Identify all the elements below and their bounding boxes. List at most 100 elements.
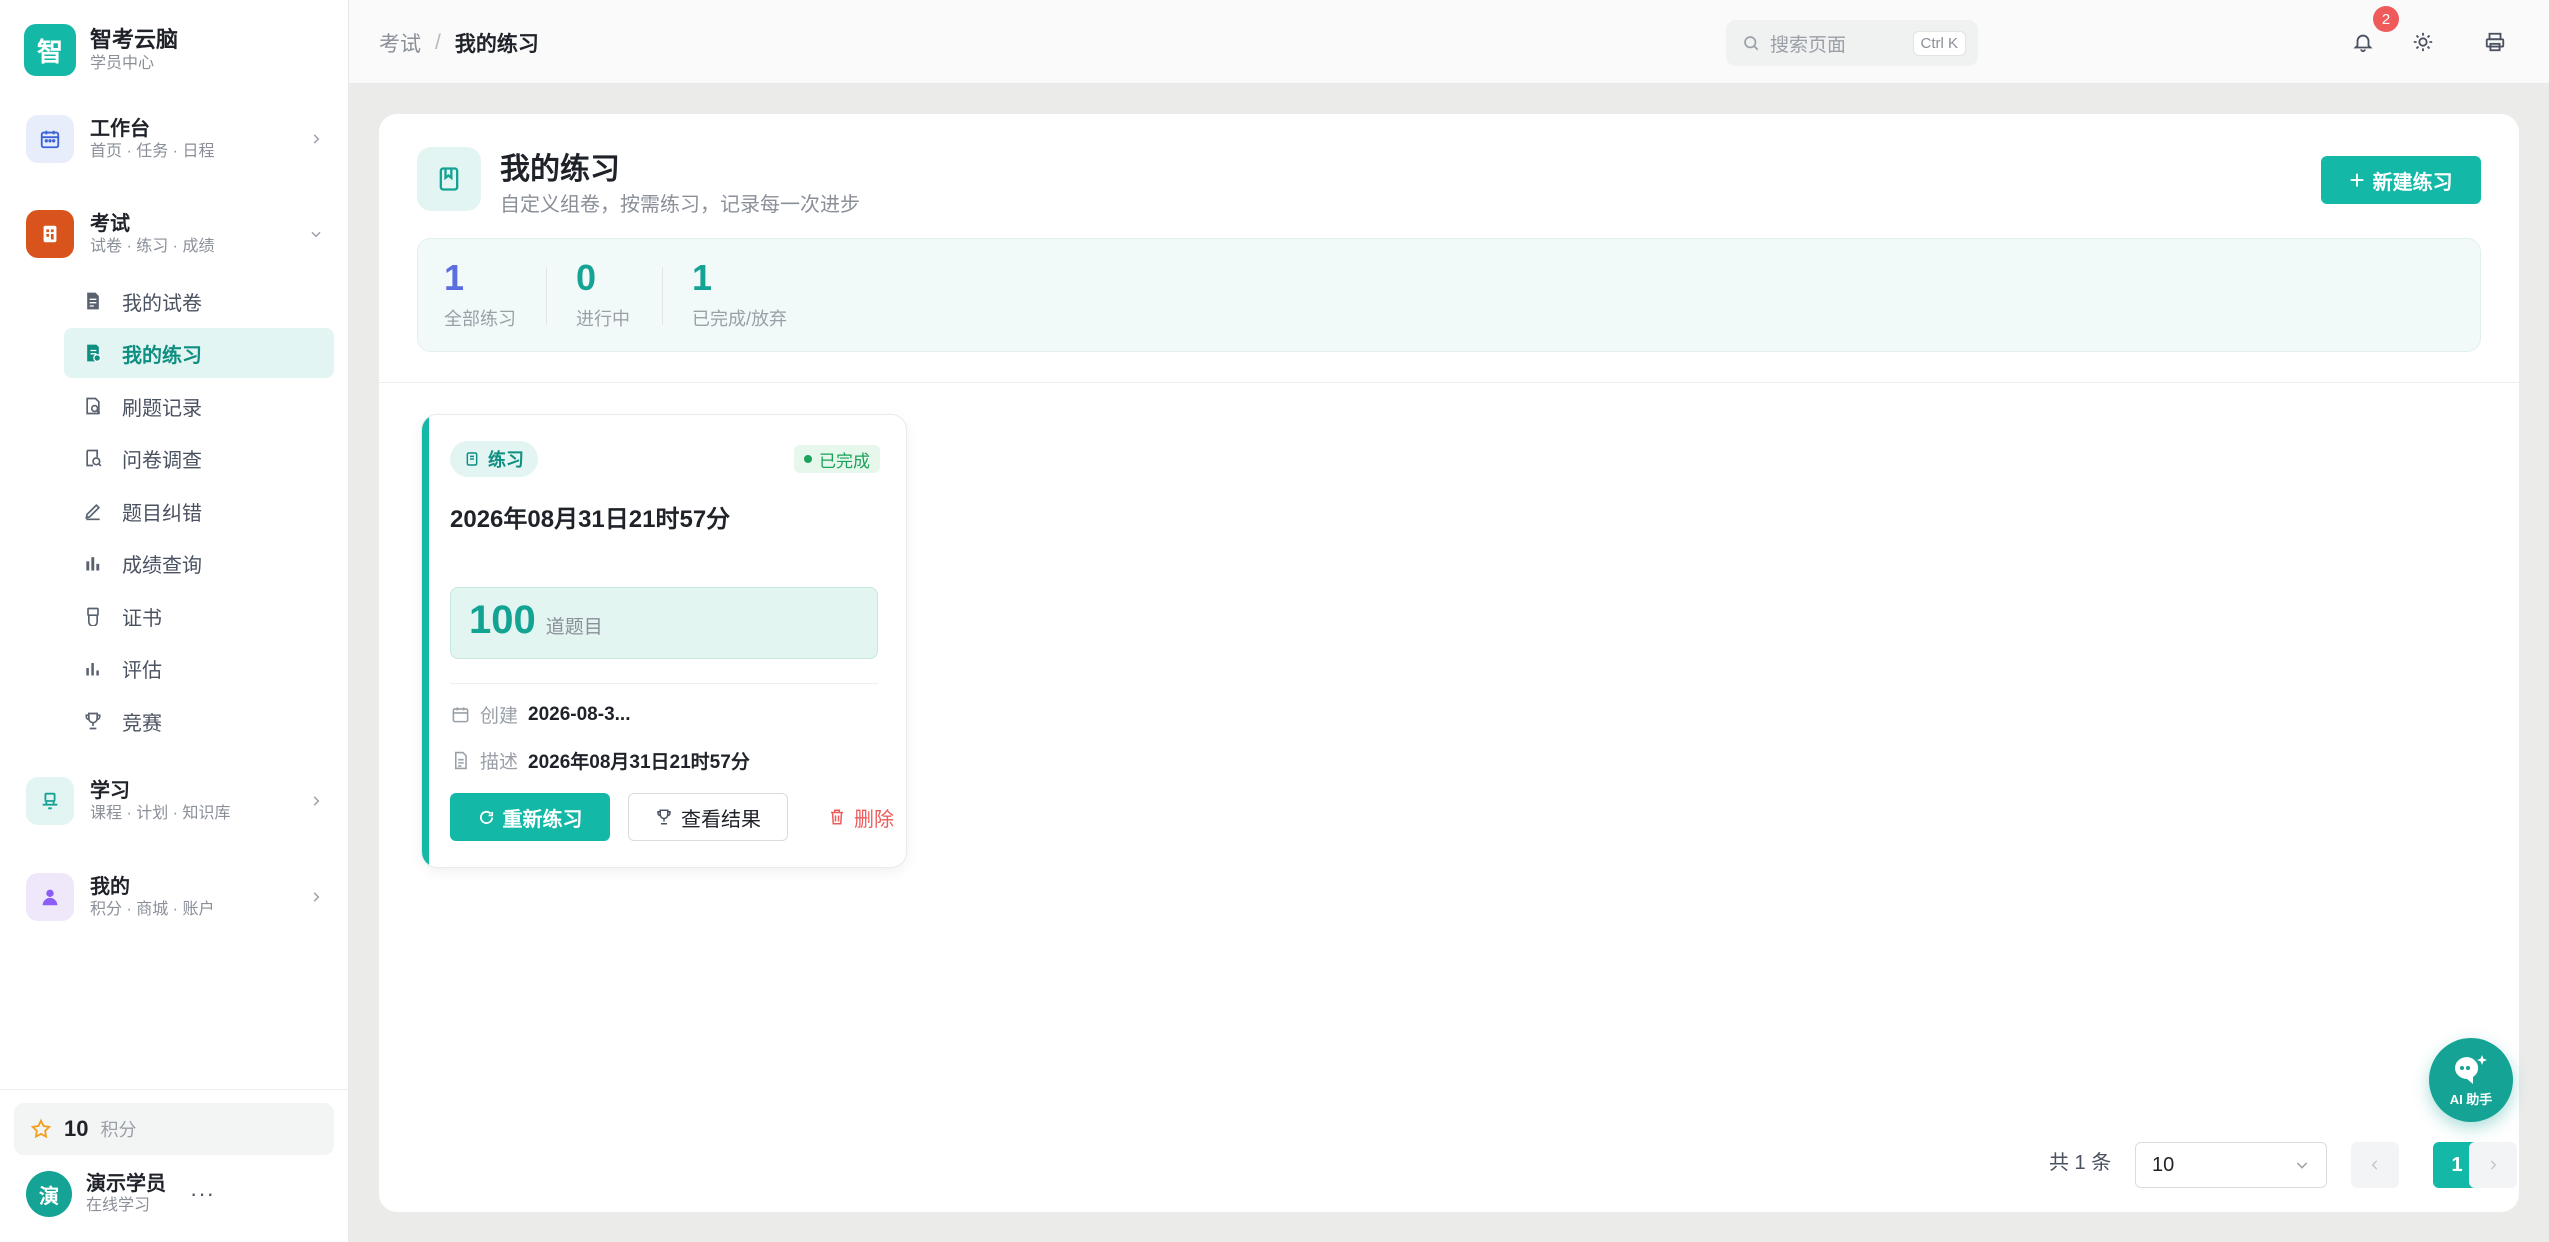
brand-subtitle: 学员中心 bbox=[90, 55, 155, 72]
nav-group-workbench[interactable]: 工作台 首页 · 任务 · 日程 bbox=[26, 109, 326, 169]
points-label: 积分 bbox=[100, 1120, 137, 1140]
brand-logo: 智 bbox=[24, 24, 76, 76]
sidebar: 智 智考云脑 学员中心 工作台 首页 · 任务 · 日程 考试 试卷 · 练习 … bbox=[0, 0, 349, 1242]
chevron-down-icon bbox=[306, 224, 326, 244]
question-count: 100 bbox=[469, 598, 536, 642]
search-input[interactable]: 搜索页面 Ctrl K bbox=[1726, 20, 1978, 66]
star-icon bbox=[30, 1118, 52, 1140]
status-label: 已完成 bbox=[819, 451, 870, 471]
breadcrumb: 考试 / 我的练习 bbox=[379, 28, 539, 58]
sidebar-item-survey[interactable]: 问卷调查 bbox=[64, 433, 334, 483]
question-unit: 道题目 bbox=[545, 617, 603, 638]
stat-label: 全部练习 bbox=[444, 309, 516, 329]
assessment-icon bbox=[82, 657, 104, 679]
exam-icon bbox=[26, 210, 74, 258]
practice-card[interactable]: 练习 已完成 2026年08月31日21时57分 100 道题目 创建 2026… bbox=[421, 414, 907, 868]
sidebar-item-score-query[interactable]: 成绩查询 bbox=[64, 538, 334, 588]
chevron-right-icon bbox=[306, 887, 326, 907]
nav-group-title: 考试 bbox=[90, 213, 130, 235]
stat-value: 0 bbox=[576, 257, 597, 298]
bell-icon[interactable] bbox=[2347, 26, 2379, 58]
nav-group-subtitle: 试卷 · 练习 · 成绩 bbox=[90, 238, 215, 255]
page-size-value: 10 bbox=[2152, 1153, 2175, 1176]
next-page-button[interactable] bbox=[2469, 1142, 2517, 1188]
trash-icon bbox=[828, 808, 846, 826]
certificate-icon bbox=[82, 605, 104, 627]
nav-group-title: 工作台 bbox=[90, 118, 150, 140]
brand-title: 智考云脑 bbox=[90, 27, 179, 52]
user-profile[interactable]: 演 演示学员 在线学习 ··· bbox=[26, 1170, 326, 1218]
meta-value: 2026年08月31日21时57分 bbox=[528, 752, 750, 773]
sun-icon[interactable] bbox=[2407, 26, 2439, 58]
stat-value: 1 bbox=[444, 257, 465, 298]
chevron-left-icon bbox=[2371, 1160, 2378, 1170]
stat-all: 1 全部练习 bbox=[444, 257, 516, 331]
page-title: 我的练习 bbox=[500, 153, 620, 186]
trophy-icon bbox=[655, 808, 673, 826]
delete-label: 删除 bbox=[854, 808, 894, 831]
chevron-right-icon bbox=[2490, 1160, 2497, 1170]
stat-in-progress: 0 进行中 bbox=[576, 257, 630, 331]
pagination-total: 共 1 条 bbox=[2049, 1152, 2112, 1174]
brand[interactable]: 智 智考云脑 学员中心 bbox=[24, 24, 178, 76]
paper-icon bbox=[82, 290, 104, 312]
card-title: 2026年08月31日21时57分 bbox=[450, 506, 731, 533]
nav-group-subtitle: 积分 · 商城 · 账户 bbox=[90, 901, 215, 918]
sidebar-item-certificate[interactable]: 证书 bbox=[64, 591, 334, 641]
nav-group-subtitle: 课程 · 计划 · 知识库 bbox=[90, 805, 231, 822]
breadcrumb-current: 我的练习 bbox=[454, 33, 539, 56]
card-accent-bar bbox=[422, 415, 429, 867]
practice-tag-label: 练习 bbox=[488, 450, 524, 470]
plus-icon: + bbox=[2349, 164, 2365, 195]
redo-practice-button[interactable]: 重新练习 bbox=[450, 793, 610, 841]
sidebar-item-label: 证书 bbox=[122, 607, 162, 630]
nav-group-exam[interactable]: 考试 试卷 · 练习 · 成绩 bbox=[26, 204, 326, 264]
sidebar-item-competition[interactable]: 竞赛 bbox=[64, 696, 334, 746]
prev-page-button[interactable] bbox=[2351, 1142, 2399, 1188]
breadcrumb-parent[interactable]: 考试 bbox=[379, 28, 421, 58]
meta-created: 创建 2026-08-3... bbox=[450, 701, 630, 728]
new-practice-button[interactable]: + 新建练习 bbox=[2321, 156, 2481, 204]
stat-divider bbox=[662, 267, 663, 325]
view-result-label: 查看结果 bbox=[681, 808, 761, 831]
question-count-box: 100 道题目 bbox=[450, 587, 878, 659]
user-status: 在线学习 bbox=[86, 1197, 151, 1214]
record-icon bbox=[82, 395, 104, 417]
user-icon bbox=[26, 873, 74, 921]
sidebar-item-my-papers[interactable]: 我的试卷 bbox=[64, 276, 334, 326]
calendar-icon bbox=[450, 705, 470, 725]
search-icon bbox=[1742, 34, 1760, 52]
more-options-icon[interactable]: ··· bbox=[190, 1181, 215, 1207]
notification-badge: 2 bbox=[2373, 6, 2399, 32]
stat-value: 1 bbox=[692, 257, 713, 298]
stat-done: 1 已完成/放弃 bbox=[692, 257, 787, 331]
learning-icon bbox=[26, 777, 74, 825]
sidebar-item-practice-record[interactable]: 刷题记录 bbox=[64, 381, 334, 431]
card-divider bbox=[450, 683, 878, 684]
page-size-select[interactable]: 10 bbox=[2135, 1142, 2327, 1188]
ai-assistant-button[interactable]: AI 助手 bbox=[2429, 1038, 2513, 1122]
bar-chart-icon bbox=[82, 552, 104, 574]
points-box[interactable]: 10 积分 bbox=[14, 1103, 334, 1155]
chevron-right-icon bbox=[306, 791, 326, 811]
stat-divider bbox=[546, 267, 547, 325]
sidebar-item-error-report[interactable]: 题目纠错 bbox=[64, 486, 334, 536]
print-icon[interactable] bbox=[2479, 26, 2511, 58]
points-value: 10 bbox=[64, 1116, 89, 1141]
sidebar-item-my-practice[interactable]: 我的练习 bbox=[64, 328, 334, 378]
calendar-icon bbox=[26, 115, 74, 163]
main-panel: 我的练习 自定义组卷，按需练习，记录每一次进步 + 新建练习 1 全部练习 0 … bbox=[379, 114, 2519, 1212]
nav-group-mine[interactable]: 我的 积分 · 商城 · 账户 bbox=[26, 867, 326, 927]
search-placeholder: 搜索页面 bbox=[1770, 34, 1847, 56]
stat-label: 已完成/放弃 bbox=[692, 309, 788, 329]
redo-practice-label: 重新练习 bbox=[502, 808, 583, 831]
meta-description: 描述 2026年08月31日21时57分 bbox=[450, 747, 750, 774]
nav-group-title: 学习 bbox=[90, 780, 130, 802]
sidebar-item-assessment[interactable]: 评估 bbox=[64, 643, 334, 693]
view-result-button[interactable]: 查看结果 bbox=[628, 793, 788, 841]
delete-button[interactable]: 删除 bbox=[828, 793, 894, 841]
nav-group-learning[interactable]: 学习 课程 · 计划 · 知识库 bbox=[26, 771, 326, 831]
meta-label: 创建 bbox=[480, 706, 519, 727]
sidebar-item-label: 我的练习 bbox=[122, 344, 202, 367]
sidebar-item-label: 竞赛 bbox=[122, 712, 162, 735]
